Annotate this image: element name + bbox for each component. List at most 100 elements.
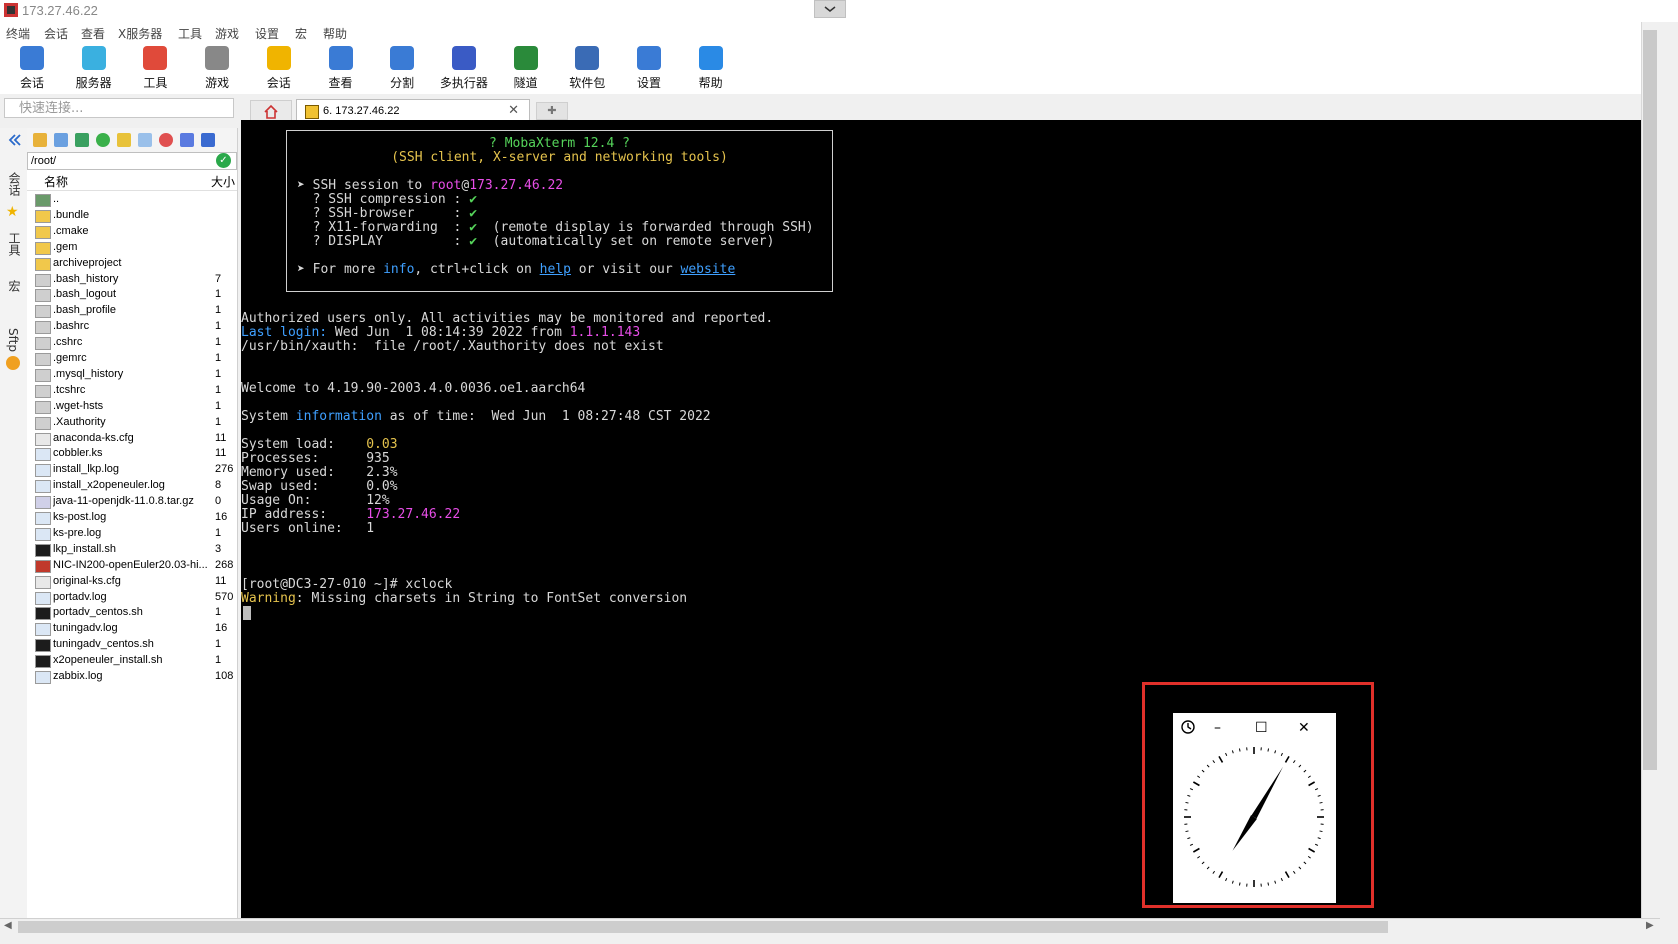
side-tab-1[interactable]: 工具 xyxy=(6,232,23,256)
mobaxterm-app-icon[interactable] xyxy=(4,3,18,17)
toolbar-button-7[interactable]: 多执行器 xyxy=(434,44,494,92)
file-row[interactable]: install_x2openeuler.log 8 xyxy=(27,478,237,494)
toolbar-button-3[interactable]: 游戏 xyxy=(187,44,247,92)
file-row[interactable]: tuningadv.log 16 xyxy=(27,621,237,637)
menu-item-8[interactable]: 帮助 xyxy=(323,25,347,42)
menu-item-0[interactable]: 终端 xyxy=(6,25,30,42)
file-row[interactable]: .mysql_history 1 xyxy=(27,367,237,383)
file-row[interactable]: .bash_logout 1 xyxy=(27,287,237,303)
toolbar-button-4[interactable]: 会话 xyxy=(249,44,309,92)
menu-item-7[interactable]: 宏 xyxy=(295,25,307,42)
clock-tick xyxy=(1303,861,1307,865)
new-tab-button[interactable]: ✚ xyxy=(536,102,568,120)
file-row[interactable]: archiveproject xyxy=(27,256,237,272)
side-tab-0[interactable]: 会话 xyxy=(6,172,23,196)
file-row[interactable]: zabbix.log 108 xyxy=(27,669,237,685)
ssh-user: root xyxy=(430,178,462,193)
refresh-icon[interactable] xyxy=(96,133,110,147)
quick-connect-input[interactable]: 快速连接... xyxy=(4,98,234,118)
path-confirm-icon[interactable]: ✓ xyxy=(216,153,231,168)
file-row[interactable]: .. xyxy=(27,192,237,208)
star-icon[interactable]: ★ xyxy=(6,204,19,220)
file-row[interactable]: tuningadv_centos.sh 1 xyxy=(27,637,237,653)
file-row[interactable]: .bashrc 1 xyxy=(27,319,237,335)
file-row[interactable]: .cmake xyxy=(27,224,237,240)
vertical-scroll-thumb[interactable] xyxy=(1643,30,1657,770)
file-row[interactable]: .bash_profile 1 xyxy=(27,303,237,319)
close-button[interactable]: ✕ xyxy=(1298,720,1310,736)
help-link[interactable]: help xyxy=(540,262,571,277)
horizontal-scroll-thumb[interactable] xyxy=(18,921,1388,933)
side-tab-3[interactable]: Sftp xyxy=(6,328,20,352)
website-link[interactable]: website xyxy=(681,262,736,277)
file-row[interactable]: ks-post.log 16 xyxy=(27,510,237,526)
toolbar-button-10[interactable]: 设置 xyxy=(619,44,679,92)
new-file-icon[interactable] xyxy=(138,133,152,147)
sftp-ball-icon[interactable] xyxy=(6,356,20,370)
servers-icon xyxy=(81,46,106,70)
clock-app-icon[interactable] xyxy=(1181,720,1195,734)
menu-item-5[interactable]: 游戏 xyxy=(215,25,239,42)
file-row[interactable]: .tcshrc 1 xyxy=(27,383,237,399)
col-size-header[interactable]: 大小 xyxy=(211,173,235,190)
menu-item-2[interactable]: 查看 xyxy=(81,25,105,42)
toolbar-button-2[interactable]: 工具 xyxy=(125,44,185,92)
toolbar-button-9[interactable]: 软件包 xyxy=(557,44,617,92)
close-tab-icon[interactable]: ✕ xyxy=(508,103,519,118)
file-row[interactable]: install_lkp.log 276 xyxy=(27,462,237,478)
file-row[interactable]: NIC-IN200-openEuler20.03-hi... 268 xyxy=(27,558,237,574)
star-icon xyxy=(266,46,291,70)
rename-icon[interactable] xyxy=(180,133,194,147)
col-name-header[interactable]: 名称 xyxy=(44,173,68,190)
toolbar-button-1[interactable]: 服务器 xyxy=(64,44,124,92)
file-row[interactable]: .wget-hsts 1 xyxy=(27,399,237,415)
file-row[interactable]: .gemrc 1 xyxy=(27,351,237,367)
minimize-button[interactable]: – xyxy=(1214,720,1221,736)
split-icon xyxy=(390,46,415,70)
stat-value: 0.0% xyxy=(366,479,398,494)
toolbar-button-0[interactable]: 会话 xyxy=(2,44,62,92)
feature-line: ? DISPLAY : ✔ (automatically set on remo… xyxy=(297,234,775,249)
xclock-window[interactable]: – ☐ ✕ xyxy=(1173,713,1336,903)
delete-icon[interactable] xyxy=(159,133,173,147)
ssh-session-icon xyxy=(305,105,319,119)
titlebar-dropdown-button[interactable] xyxy=(814,0,846,18)
file-row[interactable]: .cshrc 1 xyxy=(27,335,237,351)
file-row[interactable]: ks-pre.log 1 xyxy=(27,526,237,542)
file-row[interactable]: anaconda-ks.cfg 11 xyxy=(27,431,237,447)
file-row[interactable]: lkp_install.sh 3 xyxy=(27,542,237,558)
scroll-right-icon[interactable]: ▶ xyxy=(1646,920,1654,931)
collapse-sidebar-icon[interactable] xyxy=(6,132,22,148)
sftp-path-input[interactable]: /root/ xyxy=(27,152,237,170)
toolbar-button-8[interactable]: 隧道 xyxy=(496,44,556,92)
clock-tick xyxy=(1308,847,1316,853)
new-folder-icon[interactable] xyxy=(117,133,131,147)
file-row[interactable]: x2openeuler_install.sh 1 xyxy=(27,653,237,669)
download-icon[interactable] xyxy=(54,133,68,147)
toolbar-button-5[interactable]: 查看 xyxy=(311,44,371,92)
file-name: .wget-hsts xyxy=(53,399,104,412)
file-row[interactable]: portadv_centos.sh 1 xyxy=(27,605,237,621)
file-row[interactable]: portadv.log 570 xyxy=(27,590,237,606)
scroll-left-icon[interactable]: ◀ xyxy=(4,920,12,931)
terminal[interactable]: ? MobaXterm 12.4 ? (SSH client, X-server… xyxy=(241,120,1641,918)
toolbar-button-6[interactable]: 分割 xyxy=(372,44,432,92)
file-row[interactable]: original-ks.cfg 11 xyxy=(27,574,237,590)
file-row[interactable]: .gem xyxy=(27,240,237,256)
file-row[interactable]: .bash_history 7 xyxy=(27,272,237,288)
menu-item-1[interactable]: 会话 xyxy=(44,25,68,42)
menu-item-4[interactable]: 工具 xyxy=(178,25,202,42)
menu-item-6[interactable]: 设置 xyxy=(255,25,279,42)
upload-icon[interactable] xyxy=(75,133,89,147)
file-row[interactable]: .bundle xyxy=(27,208,237,224)
properties-icon[interactable] xyxy=(201,133,215,147)
file-row[interactable]: java-11-openjdk-11.0.8.tar.gz 0 xyxy=(27,494,237,510)
text-file-icon xyxy=(35,623,51,637)
maximize-button[interactable]: ☐ xyxy=(1255,720,1268,736)
toolbar-button-11[interactable]: 帮助 xyxy=(681,44,741,92)
menu-item-3[interactable]: X服务器 xyxy=(118,25,162,42)
side-tab-2[interactable]: 宏 xyxy=(6,280,23,292)
file-row[interactable]: cobbler.ks 11 xyxy=(27,446,237,462)
parent-folder-icon[interactable] xyxy=(33,133,47,147)
file-row[interactable]: .Xauthority 1 xyxy=(27,415,237,431)
